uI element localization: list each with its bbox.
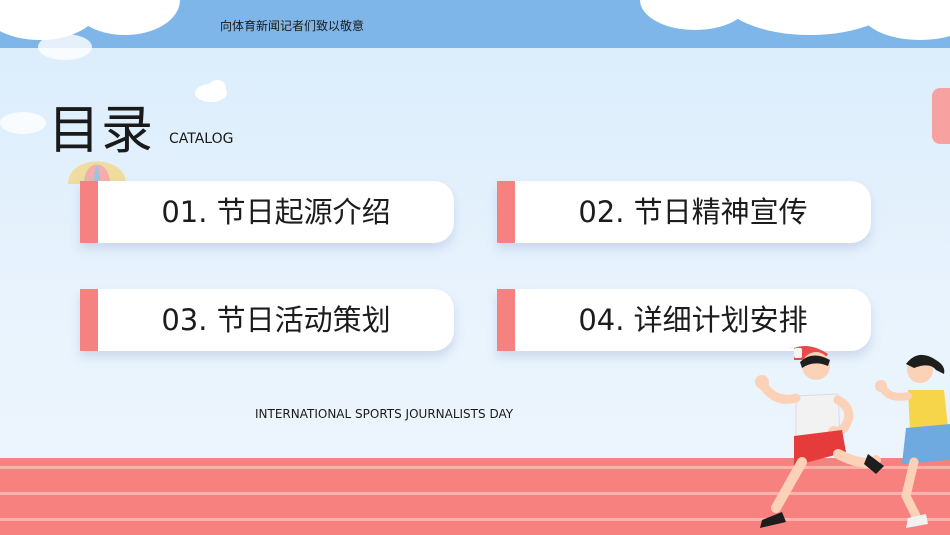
catalog-item-label: 04. 详细计划安排 [578, 303, 808, 337]
catalog-item-label: 01. 节日起源介绍 [161, 195, 391, 229]
catalog-item-1[interactable]: 01. 节日起源介绍 [80, 181, 454, 243]
male-runner-icon [755, 346, 884, 528]
catalog-item-3[interactable]: 03. 节日活动策划 [80, 289, 454, 351]
catalog-item-label: 03. 节日活动策划 [161, 303, 391, 337]
footer-text: INTERNATIONAL SPORTS JOURNALISTS DAY [255, 407, 514, 421]
catalog-item-2[interactable]: 02. 节日精神宣传 [497, 181, 871, 243]
page-title: 目录 [48, 101, 155, 161]
page-subtitle: CATALOG [169, 131, 234, 147]
card-accent-bar [80, 289, 98, 351]
card-accent-bar [497, 289, 515, 351]
catalog-item-4[interactable]: 04. 详细计划安排 [497, 289, 871, 351]
catalog-item-label: 02. 节日精神宣传 [578, 195, 808, 229]
header-text: 向体育新闻记者们致以敬意 [220, 19, 365, 33]
card-accent-bar [80, 181, 98, 243]
female-runner-icon [875, 354, 950, 528]
card-accent-bar [497, 181, 515, 243]
side-decoration [932, 88, 950, 144]
runners-illustration-icon [755, 346, 950, 528]
